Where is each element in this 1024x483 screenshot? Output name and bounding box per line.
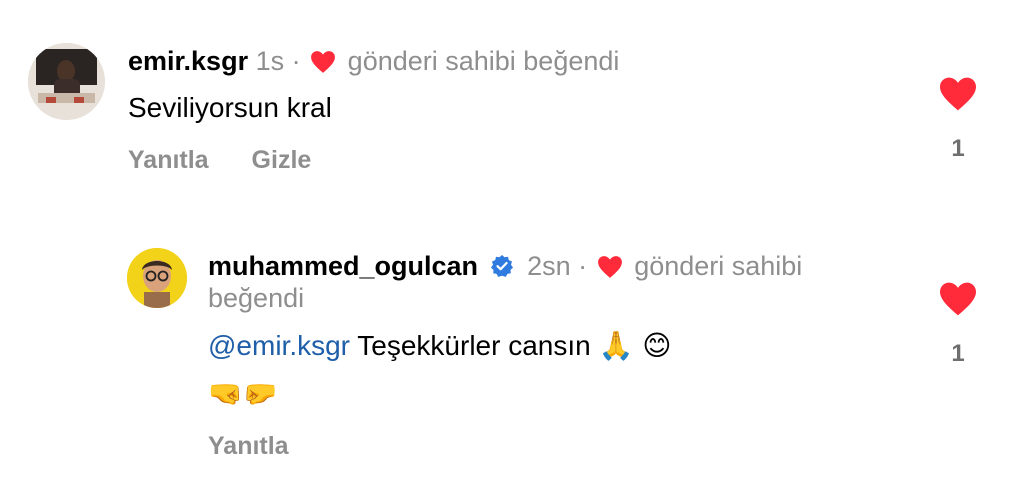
- owner-liked-label: gönderi sahibi beğendi: [347, 46, 620, 76]
- reply-button[interactable]: Yanıtla: [208, 432, 289, 460]
- username[interactable]: muhammed_ogulcan: [208, 251, 478, 281]
- owner-liked-label: gönderi sahibi: [634, 251, 803, 281]
- separator-dot: ·: [291, 46, 301, 76]
- heart-icon[interactable]: [936, 281, 980, 322]
- heart-icon[interactable]: [936, 76, 980, 117]
- timestamp: 1s: [255, 46, 285, 76]
- like-count: 1: [951, 135, 965, 162]
- emoji-line: 🤜🤛: [208, 377, 278, 410]
- timestamp: 2sn: [527, 251, 571, 281]
- like-count: 1: [951, 340, 965, 367]
- heart-icon: [597, 253, 623, 287]
- reply-button[interactable]: Yanıtla: [128, 146, 209, 174]
- like-control: 1: [936, 76, 980, 163]
- username[interactable]: emir.ksgr: [128, 46, 248, 76]
- hide-button[interactable]: Gizle: [252, 146, 312, 174]
- comment-text-emojis: 🙏 😊: [598, 329, 672, 362]
- comment-text: @emir.ksgr Teşekkürler cansın 🙏 😊: [208, 328, 671, 364]
- comment-text: Seviliyorsun kral: [128, 92, 332, 123]
- separator-dot: ·: [578, 251, 588, 281]
- verified-badge-icon: [490, 252, 514, 286]
- mention-link[interactable]: @emir.ksgr: [208, 330, 350, 361]
- owner-liked-label-continued: beğendi: [208, 283, 305, 313]
- comment-actions: Yanıtla Gizle: [128, 146, 311, 175]
- avatar-emir-ksgr[interactable]: [28, 43, 105, 120]
- comment-text-body: Teşekkürler cansın: [357, 330, 591, 361]
- like-control: 1: [936, 281, 980, 368]
- comment-actions: Yanıtla: [208, 432, 289, 461]
- avatar-muhammed-ogulcan[interactable]: [127, 248, 187, 308]
- heart-icon: [310, 48, 336, 82]
- comment-meta: emir.ksgr 1s · gönderi sahibi beğendi: [128, 44, 619, 82]
